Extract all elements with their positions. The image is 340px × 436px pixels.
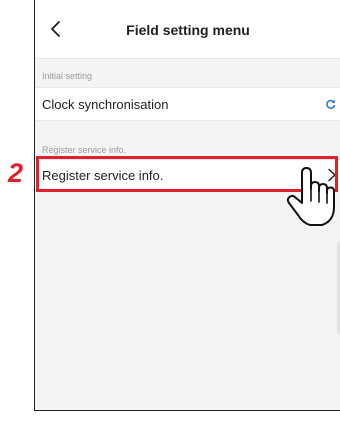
step-number: 2	[8, 158, 24, 188]
menu-item-clock-synchronisation[interactable]: Clock synchronisation	[35, 87, 340, 121]
hand-pointer-icon	[286, 167, 335, 226]
app-header: Field setting menu	[35, 0, 340, 59]
menu-item-label: Clock synchronisation	[42, 97, 169, 112]
section-label-initial-setting: Initial setting	[42, 71, 93, 81]
sync-icon[interactable]	[325, 99, 336, 110]
page-title: Field setting menu	[126, 22, 250, 38]
section-label-register-service-info: Register service info.	[42, 145, 127, 155]
instruction-figure: Field setting menu Initial setting Clock…	[0, 0, 340, 436]
